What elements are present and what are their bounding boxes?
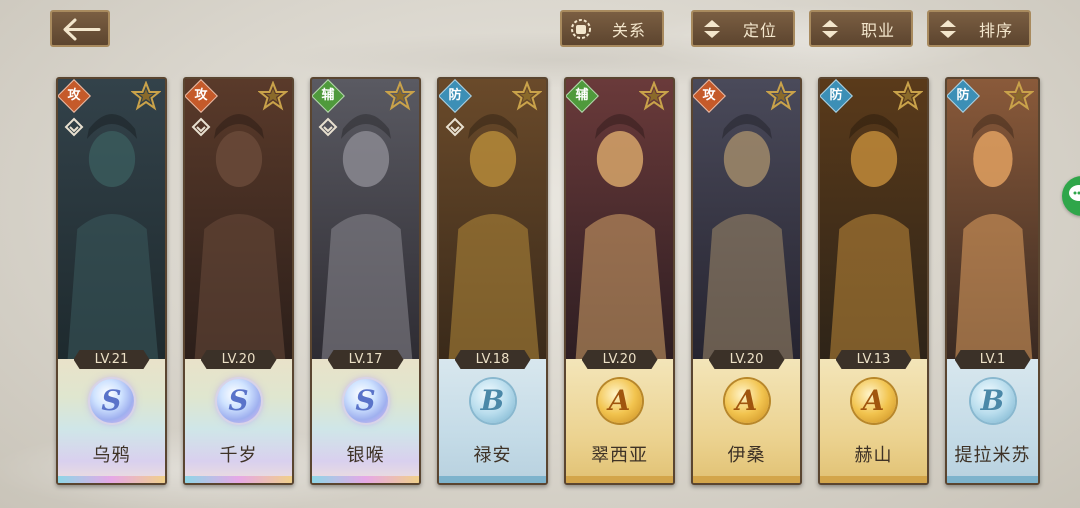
star-emblem-icon: [258, 81, 288, 111]
hero-card[interactable]: 辅 LV.20 A 翠西亚: [564, 77, 675, 485]
hero-card[interactable]: 攻 LV.20 S 千岁: [183, 77, 294, 485]
hero-card[interactable]: 攻 LV.20 A 伊桑: [691, 77, 802, 485]
relation-button-label: 关系: [611, 20, 646, 40]
level-label: LV.20: [200, 350, 277, 369]
grade-badge: B: [470, 379, 515, 423]
rarity-bar: [185, 476, 292, 483]
chat-bubble-button[interactable]: [1062, 176, 1080, 216]
level-label: LV.17: [327, 350, 404, 369]
level-label: LV.20: [581, 350, 658, 369]
star-emblem-icon: [1004, 81, 1034, 111]
back-button[interactable]: [50, 10, 110, 47]
rarity-bar: [566, 476, 673, 483]
role-label: 防: [829, 88, 843, 103]
star-emblem-icon: [131, 81, 161, 111]
sort-button[interactable]: 排序: [927, 10, 1031, 47]
grade-letter: B: [980, 384, 1005, 417]
grade-badge: S: [343, 379, 388, 423]
star-emblem-icon: [512, 81, 542, 111]
rarity-bar: [947, 476, 1038, 483]
grade-badge: A: [724, 379, 769, 423]
hero-name: 伊桑: [727, 445, 766, 466]
role-label: 防: [448, 88, 462, 103]
grade-badge: B: [970, 379, 1015, 423]
grade-badge: A: [597, 379, 642, 423]
star-emblem-icon: [639, 81, 669, 111]
level-label: LV.13: [835, 350, 912, 369]
chat-bubble-icon: [1069, 185, 1080, 201]
equipment-icon: [318, 117, 338, 137]
equipment-icon: [191, 117, 211, 137]
hero-card[interactable]: 防 LV.1 B 提拉米苏: [945, 77, 1040, 485]
role-label: 辅: [321, 88, 335, 103]
hero-name: 赫山: [854, 445, 893, 466]
star-emblem-icon: [893, 81, 923, 111]
star-emblem-icon: [766, 81, 796, 111]
rarity-bar: [820, 476, 927, 483]
hero-name: 禄安: [473, 445, 512, 466]
star-emblem-icon: [385, 81, 415, 111]
position-filter-button[interactable]: 定位: [691, 10, 795, 47]
hero-portrait: [566, 79, 673, 359]
equipment-icon: [445, 117, 465, 137]
grade-letter: A: [862, 384, 885, 417]
hero-name: 千岁: [219, 445, 258, 466]
grade-badge: S: [89, 379, 134, 423]
grade-letter: S: [228, 384, 249, 417]
hero-portrait: [820, 79, 927, 359]
grade-letter: A: [608, 384, 631, 417]
hero-card[interactable]: 防 LV.18 B 禄安: [437, 77, 548, 485]
hero-name: 乌鸦: [92, 445, 131, 466]
grade-letter: S: [101, 384, 122, 417]
role-label: 防: [956, 88, 970, 103]
rarity-bar: [58, 476, 165, 483]
level-label: LV.18: [454, 350, 531, 369]
hero-card[interactable]: 辅 LV.17 S 银喉: [310, 77, 421, 485]
rarity-bar: [439, 476, 546, 483]
position-filter-label: 定位: [742, 20, 777, 40]
grade-letter: S: [355, 384, 376, 417]
gear-hand-icon: [571, 18, 591, 39]
arrow-left-icon: [63, 18, 101, 41]
hero-portrait: [693, 79, 800, 359]
hero-name: 银喉: [346, 445, 385, 466]
sort-updown-icon: [704, 19, 720, 38]
hero-portrait: [947, 79, 1038, 359]
grade-letter: B: [480, 384, 505, 417]
level-label: LV.1: [954, 350, 1031, 369]
hero-card[interactable]: 攻 LV.21 S 乌鸦: [56, 77, 167, 485]
level-label: LV.20: [708, 350, 785, 369]
level-label: LV.21: [73, 350, 150, 369]
role-label: 攻: [194, 88, 208, 103]
class-filter-button[interactable]: 职业: [809, 10, 913, 47]
role-label: 攻: [702, 88, 716, 103]
role-label: 攻: [67, 88, 81, 103]
rarity-bar: [312, 476, 419, 483]
grade-badge: S: [216, 379, 261, 423]
hero-name: 提拉米苏: [954, 445, 1031, 466]
sort-updown-icon: [822, 19, 838, 38]
grade-letter: A: [735, 384, 758, 417]
relation-button[interactable]: 关系: [560, 10, 664, 47]
sort-button-label: 排序: [978, 20, 1013, 40]
class-filter-label: 职业: [860, 20, 895, 40]
rarity-bar: [693, 476, 800, 483]
sort-updown-icon: [940, 19, 956, 38]
role-label: 辅: [575, 88, 589, 103]
hero-name: 翠西亚: [591, 445, 648, 466]
hero-card[interactable]: 防 LV.13 A 赫山: [818, 77, 929, 485]
equipment-icon: [64, 117, 84, 137]
grade-badge: A: [851, 379, 896, 423]
